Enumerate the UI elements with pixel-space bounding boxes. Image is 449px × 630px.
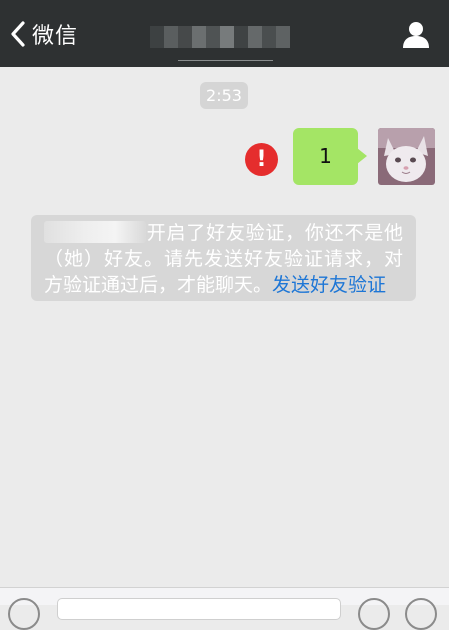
- chat-area[interactable]: 2:53 ! 1 开启了好友验证，你还不是他（她）好友。请先发送好友验证请求，对…: [0, 67, 449, 587]
- message-input[interactable]: [57, 598, 341, 620]
- back-label: 微信: [32, 24, 79, 49]
- title-divider: [178, 60, 273, 61]
- message-bubble[interactable]: 1: [293, 128, 358, 185]
- navigation-bar: 微信: [0, 0, 449, 67]
- input-toolbar: [0, 587, 449, 630]
- timestamp: 2:53: [200, 82, 248, 109]
- plus-icon[interactable]: [405, 598, 437, 630]
- pixelated-username: [44, 221, 146, 243]
- cat-avatar-icon: [378, 128, 435, 185]
- bubble-tail: [357, 148, 367, 164]
- chevron-left-icon: [11, 21, 25, 47]
- send-verification-link[interactable]: 发送好友验证: [272, 274, 386, 296]
- voice-icon[interactable]: [8, 598, 40, 630]
- back-button[interactable]: 微信: [10, 18, 78, 50]
- chat-info-button[interactable]: [401, 20, 431, 50]
- person-icon: [403, 22, 429, 48]
- avatar[interactable]: [378, 128, 435, 185]
- emoji-icon[interactable]: [358, 598, 390, 630]
- chat-title-pixelated: [150, 26, 290, 48]
- error-icon[interactable]: !: [245, 143, 278, 176]
- friend-verification-notice: 开启了好友验证，你还不是他（她）好友。请先发送好友验证请求，对方验证通过后，才能…: [31, 215, 416, 301]
